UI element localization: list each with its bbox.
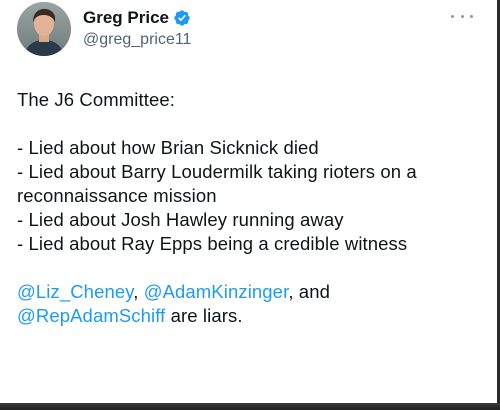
mention-liz-cheney[interactable]: @Liz_Cheney: [17, 281, 133, 302]
screen-edge-bottom: [0, 403, 500, 410]
tweet-card: Greg Price @greg_price11 The J6 Committe…: [0, 0, 497, 403]
more-options-icon-dot: [470, 14, 473, 18]
list-item: - Lied about how Brian Sicknick died: [17, 137, 319, 158]
separator: , and: [288, 281, 330, 302]
avatar[interactable]: [17, 2, 71, 56]
display-name[interactable]: Greg Price: [83, 7, 169, 29]
tweet-closing: @Liz_Cheney, @AdamKinzinger, and @RepAda…: [17, 280, 487, 328]
page: Greg Price @greg_price11 The J6 Committe…: [0, 0, 500, 410]
handle[interactable]: @greg_price11: [83, 30, 191, 50]
mention-adam-kinzinger[interactable]: @AdamKinzinger: [144, 281, 289, 302]
verified-badge-icon: [173, 9, 191, 27]
tweet-text: The J6 Committee: - Lied about how Brian…: [17, 88, 487, 328]
more-options-button[interactable]: [451, 9, 473, 23]
avatar-image: [17, 2, 71, 56]
list-item: - Lied about Ray Epps being a credible w…: [17, 233, 408, 254]
more-options-icon: [451, 14, 454, 18]
tweet-intro: The J6 Committee:: [17, 89, 175, 110]
name-row: Greg Price: [83, 7, 191, 29]
tweet-list: - Lied about how Brian Sicknick died - L…: [17, 136, 487, 256]
closing-tail: are liars.: [165, 305, 243, 326]
list-item: - Lied about Josh Hawley running away: [17, 209, 344, 230]
separator: ,: [133, 281, 144, 302]
mention-rep-adam-schiff[interactable]: @RepAdamSchiff: [17, 305, 165, 326]
list-item: - Lied about Barry Loudermilk taking rio…: [17, 161, 417, 206]
more-options-icon-dot: [460, 14, 464, 18]
